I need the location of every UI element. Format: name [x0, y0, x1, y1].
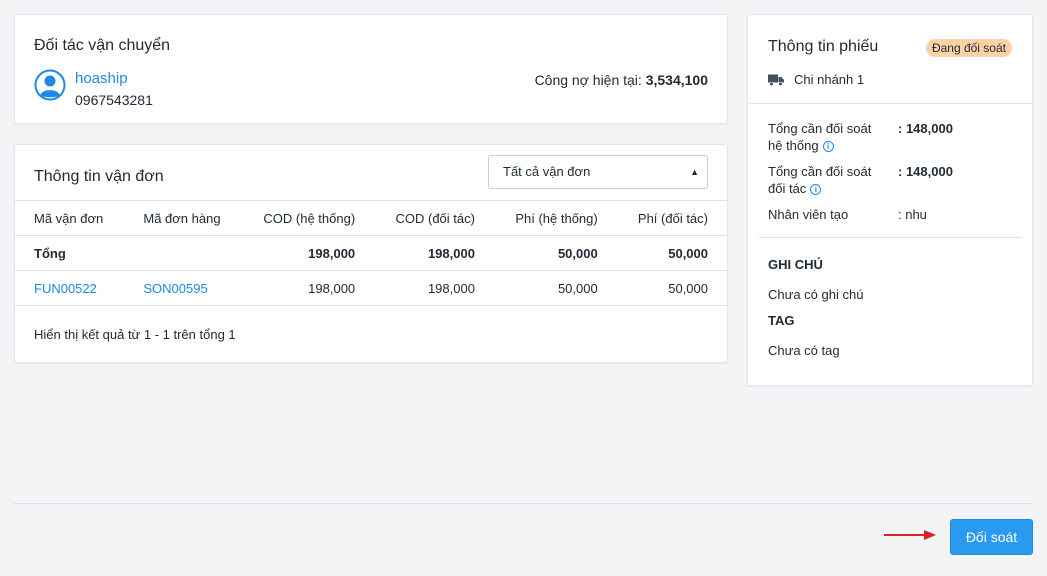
partner-phone: 0967543281 — [75, 92, 153, 108]
system-total-row: Tổng cần đối soát hệ thống i : 148,000 — [768, 120, 1018, 154]
waybill-card: Thông tin vận đơn Tất cả vận đơn ▲ Mã vậ… — [14, 144, 728, 363]
partner-total-row: Tổng cần đối soát đối tác i : 148,000 — [768, 163, 1018, 197]
total-cod-partner: 198,000 — [374, 235, 494, 271]
col-fee-partner: Phí (đối tác) — [616, 200, 727, 236]
total-cod-system: 198,000 — [241, 235, 375, 271]
order-code-link[interactable]: SON00595 — [143, 281, 207, 296]
note-heading: GHI CHÚ — [768, 257, 823, 272]
debt-label: Công nợ hiện tại: — [534, 72, 642, 88]
arrow-right-icon — [884, 530, 936, 540]
divider — [748, 103, 1032, 104]
branch-name: Chi nhánh 1 — [794, 72, 865, 87]
system-total-value: : 148,000 — [898, 121, 953, 136]
waybill-code-link[interactable]: FUN00522 — [34, 281, 97, 296]
waybill-filter-value: Tất cả vận đơn — [503, 164, 591, 179]
tag-value: Chưa có tag — [768, 343, 840, 358]
total-fee-partner: 50,000 — [616, 235, 727, 271]
info-circle-icon[interactable]: i — [810, 184, 822, 195]
truck-icon — [768, 74, 784, 86]
select-caret-icon: ▲ — [690, 167, 699, 177]
current-debt: Công nợ hiện tại: 3,534,100 — [535, 72, 708, 88]
system-total-label: Tổng cần đối soát hệ thống i — [768, 121, 872, 153]
total-cell — [124, 235, 242, 271]
info-circle-icon[interactable]: i — [822, 141, 834, 152]
cod-system-cell: 198,000 — [241, 270, 375, 306]
col-cod-partner: COD (đối tác) — [374, 200, 494, 236]
creator-label: Nhân viên tạo — [768, 207, 849, 222]
pagination-summary: Hiển thị kết quả từ 1 - 1 trên tổng 1 — [34, 327, 236, 342]
total-row: Tổng 198,000 198,000 50,000 50,000 — [15, 235, 727, 271]
partner-card-title: Đối tác vận chuyển — [34, 37, 171, 54]
creator-row: Nhân viên tạo : nhu — [768, 206, 1018, 224]
branch-info: Chi nhánh 1 — [768, 72, 864, 87]
debt-value: 3,534,100 — [645, 72, 708, 88]
user-circle-icon — [34, 69, 66, 101]
fee-partner-cell: 50,000 — [616, 270, 727, 306]
col-order-code: Mã đơn hàng — [124, 200, 242, 236]
partner-total-value: : 148,000 — [898, 164, 953, 179]
info-card: Thông tin phiếu Đang đối soát Chi nhánh … — [747, 14, 1033, 386]
waybill-filter-select[interactable]: Tất cả vận đơn ▲ — [488, 155, 708, 189]
divider — [758, 237, 1022, 238]
col-waybill-code: Mã vận đơn — [15, 200, 125, 236]
table-row: FUN00522 SON00595 198,000 198,000 50,000… — [15, 270, 727, 306]
col-fee-system: Phí (hệ thống) — [493, 200, 617, 236]
footer-divider — [14, 503, 1033, 504]
status-badge: Đang đối soát — [925, 39, 1012, 57]
waybill-card-title: Thông tin vận đơn — [34, 168, 164, 185]
waybill-code-cell: FUN00522 — [15, 270, 125, 306]
partner-card: Đối tác vận chuyển hoaship 0967543281 Cô… — [14, 14, 728, 124]
waybill-table: Mã vận đơn Mã đơn hàng COD (hệ thống) CO… — [15, 200, 727, 306]
fee-system-cell: 50,000 — [493, 270, 617, 306]
tag-heading: TAG — [768, 313, 795, 328]
partner-total-label: Tổng cần đối soát đối tác i — [768, 164, 872, 196]
order-code-cell: SON00595 — [124, 270, 242, 306]
info-card-title: Thông tin phiếu — [768, 38, 879, 55]
note-value: Chưa có ghi chú — [768, 287, 864, 302]
total-label: Tổng — [15, 235, 125, 271]
cod-partner-cell: 198,000 — [374, 270, 494, 306]
total-fee-system: 50,000 — [493, 235, 617, 271]
creator-value: : nhu — [898, 207, 927, 222]
reconcile-button[interactable]: Đối soát — [950, 519, 1033, 555]
col-cod-system: COD (hệ thống) — [241, 200, 375, 236]
table-header-row: Mã vận đơn Mã đơn hàng COD (hệ thống) CO… — [15, 200, 727, 236]
partner-name-link[interactable]: hoaship — [75, 70, 128, 87]
